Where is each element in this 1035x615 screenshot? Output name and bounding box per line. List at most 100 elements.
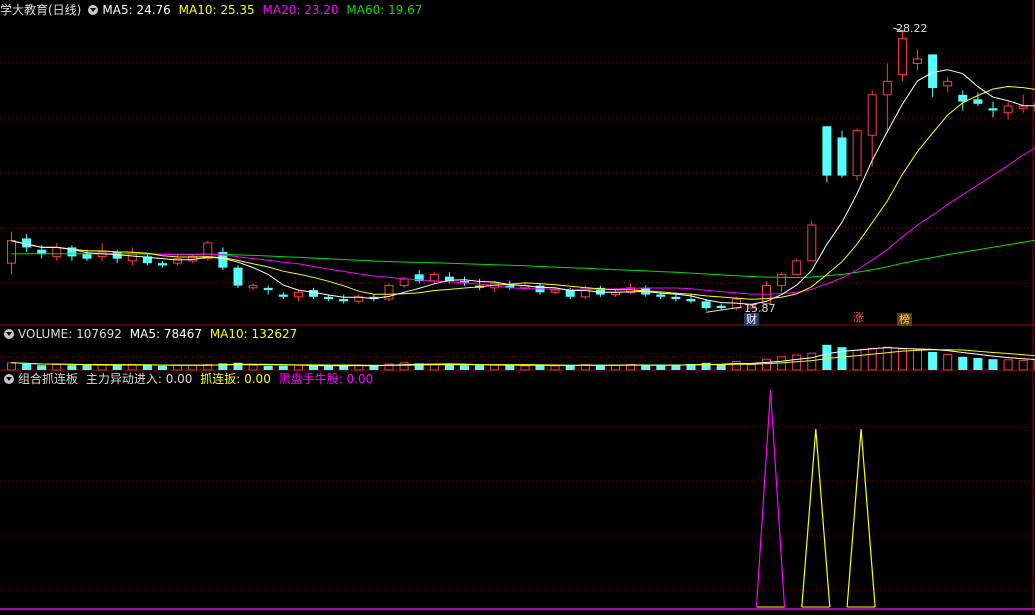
indicator-zhualianban: 抓连扳: 0.00 [200,372,271,386]
candle-body [248,285,258,289]
stock-title: 学大教育(日线) [0,3,82,17]
volume-bar [1003,359,1013,371]
indicator-title: 组合抓连板 [18,372,79,386]
volume-bar [535,365,545,370]
candle-body [792,260,802,275]
candle-body [988,108,998,111]
volume-bar [746,364,756,371]
ma60-label: MA60: 19.67 [346,3,423,17]
volume-bar [852,349,862,371]
volume-bar [943,353,953,371]
candle-body [233,267,243,286]
volume-bar [837,347,847,370]
candle-body [882,80,892,96]
volume-bar [822,344,832,370]
candle-body [399,278,409,287]
high-price-label: 28.22 [896,22,928,35]
volume-bar [807,352,817,371]
candle-body [263,287,273,291]
candle-body [822,126,832,176]
candle-body [837,137,847,176]
volume-bar [490,364,500,371]
candle-body [852,130,862,177]
chevron-down-icon[interactable] [88,5,99,15]
volume-bar [399,362,409,371]
event-tag-zhang[interactable]: 涨 [851,311,866,324]
indicator-zhuli: 主力异动进入: 0.00 [85,372,193,386]
volume-bar [897,348,907,371]
ma60-line [11,239,1035,279]
volume-bar [731,361,741,371]
volume-bar [550,365,560,371]
candle-body [1003,105,1013,114]
candle-body [550,289,560,293]
volume-bar [656,365,666,370]
candle-body [158,263,167,266]
volume-bar [988,359,998,370]
volume-bar [641,365,651,370]
candle-body [716,305,726,309]
chevron-down-icon[interactable] [4,329,14,339]
candle-body [656,294,666,297]
volume-bar [7,362,16,371]
volume-bar [867,347,877,371]
volume-bar [565,365,575,370]
candle-body [565,290,575,297]
candle-body [278,294,288,297]
volume-legend: VOLUME: 107692 MA5: 78467 MA10: 132627 [0,325,301,343]
indicator-spike-1 [801,429,831,608]
volume-bar [611,364,620,371]
candle-body [867,94,877,136]
candle-body [7,240,16,264]
volume-bar [460,365,469,370]
volume-bar [505,365,515,370]
ma5-line [11,69,1035,305]
candle-body [82,254,92,259]
candle-body [777,273,787,287]
candle-body [701,301,711,309]
candle-body [807,224,817,262]
ma10-line [11,85,1035,300]
ma10-label: MA10: 25.35 [178,3,255,17]
candle-body [913,58,922,64]
candle-body [429,273,439,282]
candle-body [973,99,983,104]
price-legend: 学大教育(日线) MA5: 24.76 MA10: 25.35 MA20: 23.… [0,1,426,19]
ma20-label: MA20: 23.20 [262,3,339,17]
ma20-line [11,146,1035,295]
volume-bar [882,346,892,371]
candle-body [324,296,334,300]
volume-bar [520,365,530,371]
volume-bar [973,358,983,370]
volume-bar [595,365,605,370]
candle-body [293,291,303,298]
candle-body [1018,105,1028,109]
vol-ma10-label: MA10: 132627 [209,327,298,341]
volume-bar [429,364,439,371]
event-tag-bang[interactable]: 榜 [897,313,912,326]
volume-bar [928,352,938,370]
chart-canvas[interactable] [0,0,1035,615]
vol-ma10-line [11,349,1035,366]
event-tag-cai[interactable]: 财 [744,313,759,326]
indicator-spike-1 [846,429,876,608]
volume-bar [762,358,771,371]
indicator-legend: 组合抓连板 主力异动进入: 0.00 抓连扳: 0.00 黑盘手牛股: 0.00 [0,370,377,388]
candle-body [339,299,349,302]
candle-body [52,246,62,257]
indicator-spike-0 [755,389,786,608]
candle-body [897,38,907,76]
vol-ma5-line [11,347,1035,367]
volume-bar [1018,359,1028,371]
candle-body [671,296,681,300]
candle-body [309,290,318,297]
volume-bar [444,364,454,370]
candle-body [686,299,696,302]
candle-body [127,253,137,262]
volume-bar [671,365,681,370]
volume-bar [913,349,922,371]
volume-bar [958,356,968,370]
chevron-down-icon[interactable] [4,374,14,384]
indicator-heima: 黑盘手牛股: 0.00 [278,372,374,386]
candle-body [943,80,953,87]
